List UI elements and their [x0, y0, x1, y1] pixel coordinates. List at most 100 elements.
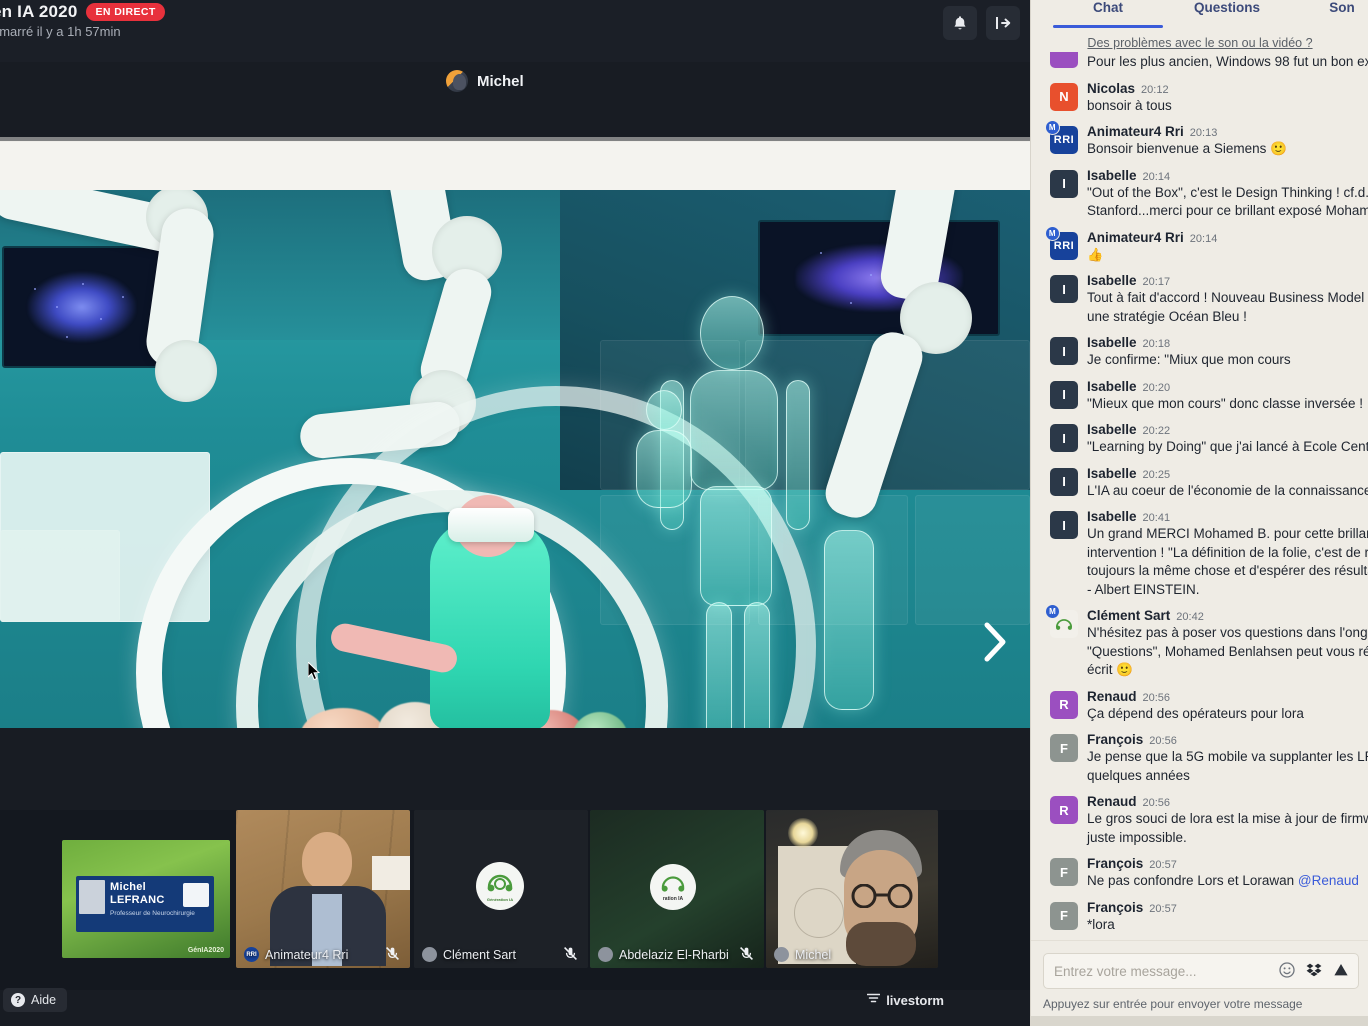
message-author: François [1087, 900, 1143, 915]
thumbnail-animateur4-rri[interactable]: RRI Animateur4 Rri [236, 810, 410, 968]
avatar: I [1050, 424, 1078, 452]
holographic-robot-head [700, 296, 764, 370]
message-author: Isabelle [1087, 379, 1137, 394]
holographic-robot-torso [690, 370, 778, 490]
livestorm-label: livestorm [886, 993, 944, 1008]
message-text: "Learning by Doing" que j'ai lancé à Eco… [1087, 438, 1361, 456]
chat-help-link[interactable]: Des problèmes avec le son ou la vidéo ? [1031, 36, 1368, 50]
slide-name-card: Michel LEFRANC Professeur de Neurochirur… [76, 876, 214, 932]
stage-area: én IA 2020 EN DIRECT émarré il y a 1h 57… [0, 0, 1030, 1026]
list-item: R Renaud 20:56 Le gros souci de lora est… [1031, 789, 1368, 851]
message-text: L'IA au coeur de l'économie de la connai… [1087, 482, 1361, 500]
message-author: Renaud [1087, 689, 1137, 704]
thumbnail-name: Michel [795, 948, 831, 962]
message-input-wrapper[interactable] [1043, 953, 1359, 989]
holographic-robot-leg [744, 602, 770, 728]
google-drive-icon[interactable] [1333, 963, 1349, 983]
emoji-icon[interactable] [1279, 962, 1295, 983]
message-time: 20:14 [1190, 233, 1218, 245]
avatar: R [1050, 691, 1078, 719]
message-author: Clément Sart [1087, 608, 1170, 623]
message-text: Je confirme: "Miux que mon cours [1087, 351, 1291, 369]
notifications-button[interactable] [943, 6, 977, 40]
message-text: "Mieux que mon cours" donc classe invers… [1087, 395, 1361, 413]
help-button[interactable]: ? Aide [3, 988, 67, 1012]
message-text: N'hésitez pas à poser vos questions dans… [1087, 624, 1361, 642]
message-text: 👍 [1087, 246, 1217, 264]
mention-chip[interactable]: @Renaud [1298, 873, 1359, 888]
message-text-line2: "Questions", Mohamed Benlahsen peut vous… [1087, 643, 1361, 661]
avatar: I [1050, 275, 1078, 303]
thumbnail-slide[interactable]: Michel LEFRANC Professeur de Neurochirur… [62, 840, 230, 958]
dropbox-icon[interactable] [1306, 962, 1322, 983]
tab-chat[interactable]: Chat [1049, 0, 1167, 21]
avatar: F [1050, 734, 1078, 762]
message-time: 20:17 [1143, 276, 1171, 288]
tab-questions[interactable]: Questions [1167, 0, 1287, 21]
avatar [598, 947, 613, 962]
thumbnail-clement-sart[interactable]: Génération IA Clément Sart [414, 810, 588, 968]
robot-pedestal [824, 530, 874, 710]
shared-screen-video[interactable] [0, 190, 1030, 728]
avatar: F [1050, 858, 1078, 886]
thumbnail-label: Clément Sart [422, 947, 516, 962]
thumbnail-name: Clément Sart [443, 948, 516, 962]
message-text-line3: toujours la même chose et d'espérer des … [1087, 562, 1361, 580]
message-input[interactable] [1054, 954, 1254, 988]
message-author: Animateur4 Rri [1087, 124, 1184, 139]
chat-composer: Appuyez sur entrée pour envoyer votre me… [1031, 940, 1368, 1026]
livestorm-icon [867, 993, 880, 1008]
message-text: Un grand MERCI Mohamed B. pour cette bri… [1087, 525, 1361, 543]
list-item: R Renaud 20:56 Ça dépend des opérateurs … [1031, 684, 1368, 728]
generation-ia-logo: ration IA [650, 864, 696, 910]
question-mark-icon: ? [11, 993, 25, 1007]
message-text: Le gros souci de lora est la mise à jour… [1087, 810, 1361, 828]
message-author: Isabelle [1087, 335, 1137, 350]
mic-muted-icon [385, 946, 400, 961]
message-text: Pour les plus ancien, Windows 98 fut un … [1087, 53, 1361, 71]
list-item: Pour les plus ancien, Windows 98 fut un … [1031, 52, 1368, 76]
slide-role: Professeur de Neurochirurgie [110, 910, 195, 917]
avatar [422, 947, 437, 962]
slide-name-line1: Michel [110, 881, 146, 893]
avatar: RRI [244, 947, 259, 962]
tab-polls[interactable]: Son [1287, 0, 1368, 21]
avatar [1050, 610, 1078, 638]
slide-white-band [0, 141, 1030, 193]
leave-session-button[interactable] [986, 6, 1020, 40]
next-slide-button[interactable] [978, 618, 1012, 670]
message-time: 20:41 [1143, 512, 1171, 524]
list-item: I Isabelle 20:25 L'IA au coeur de l'écon… [1031, 461, 1368, 505]
list-item: F François 20:57 *lora [1031, 895, 1368, 939]
slide-name-line2: LEFRANC [110, 894, 165, 906]
message-time: 20:56 [1143, 797, 1171, 809]
list-item: I Isabelle 20:20 "Mieux que mon cours" d… [1031, 374, 1368, 418]
message-author: Isabelle [1087, 466, 1137, 481]
chat-message-list[interactable]: Pour les plus ancien, Windows 98 fut un … [1031, 52, 1368, 942]
mouse-cursor [308, 662, 320, 680]
chevron-right-icon [982, 621, 1008, 668]
list-item: I Isabelle 20:41 Un grand MERCI Mohamed … [1031, 504, 1368, 603]
event-title-group: én IA 2020 EN DIRECT [0, 2, 165, 22]
message-text-line2: juste impossible. [1087, 829, 1361, 847]
list-item: RRI Animateur4 Rri 20:14 👍 [1031, 225, 1368, 269]
logo-text: ration IA [663, 896, 683, 902]
event-started-text: émarré il y a 1h 57min [0, 24, 121, 39]
participant-thumbnails: Michel LEFRANC Professeur de Neurochirur… [0, 810, 1030, 990]
message-text: Tout à fait d'accord ! Nouveau Business … [1087, 289, 1361, 307]
thumbnail-name: Animateur4 Rri [265, 948, 348, 962]
holographic-robot-leg [706, 602, 732, 728]
list-item: Clément Sart 20:42 N'hésitez pas à poser… [1031, 603, 1368, 684]
thumbnail-abdelaziz-el-rharbi[interactable]: ration IA Abdelaziz El-Rharbi [590, 810, 764, 968]
thumbnail-michel[interactable]: Michel [766, 810, 938, 968]
scene-monitor-left [2, 246, 162, 368]
message-author: Isabelle [1087, 422, 1137, 437]
message-text-line2: Stanford...merci pour ce brillant exposé… [1087, 202, 1361, 220]
message-text-line3: écrit 🙂 [1087, 661, 1361, 679]
bell-icon [952, 15, 968, 32]
avatar: I [1050, 468, 1078, 496]
thumbnail-label: RRI Animateur4 Rri [244, 947, 348, 962]
chat-tab-bar: Chat Questions Son [1031, 0, 1368, 28]
message-text-line2: intervention ! "La définition de la foli… [1087, 544, 1361, 562]
avatar: I [1050, 511, 1078, 539]
